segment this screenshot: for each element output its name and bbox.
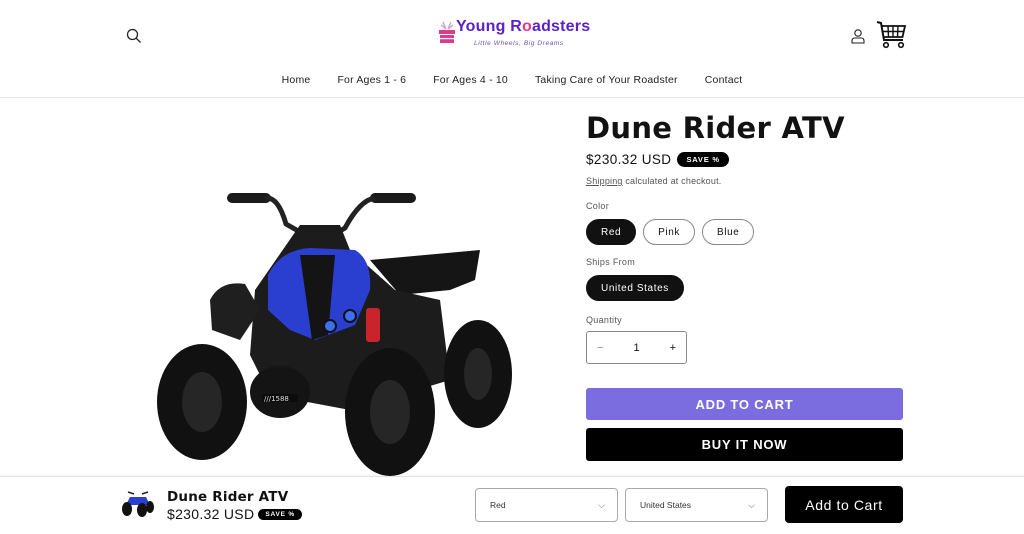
site-logo[interactable]: Young Roadsters Little Wheels, Big Dream… — [436, 16, 592, 52]
main-nav: Home For Ages 1 - 6 For Ages 4 - 10 Taki… — [0, 74, 1024, 86]
quantity-decrease-button[interactable]: − — [597, 342, 603, 354]
product-title: Dune Rider ATV — [586, 111, 845, 145]
brand-name-accent: o — [521, 18, 532, 35]
sale-badge: SAVE % — [677, 152, 729, 167]
nav-care[interactable]: Taking Care of Your Roadster — [521, 74, 691, 86]
brand-name-part: Young R — [456, 18, 522, 35]
color-option-red[interactable]: Red — [586, 219, 637, 245]
sticky-product-price: $230.32 USD — [167, 506, 255, 522]
svg-text:///1588: ///1588 — [264, 395, 289, 403]
account-button[interactable] — [846, 24, 870, 48]
color-option-blue[interactable]: Blue — [702, 219, 755, 245]
sticky-ships-from-value: United States — [640, 500, 692, 510]
sticky-ships-from-select[interactable]: United States ⌵ — [625, 488, 768, 522]
color-label: Color — [586, 201, 610, 211]
brand-name: Young Roadsters — [456, 18, 590, 36]
chevron-down-icon: ⌵ — [748, 499, 755, 510]
sticky-color-value: Red — [490, 500, 506, 510]
site-header: Young Roadsters Little Wheels, Big Dream… — [0, 0, 1024, 98]
buy-it-now-button[interactable]: BUY IT NOW — [586, 428, 903, 461]
search-button[interactable] — [122, 24, 146, 48]
sticky-sale-badge: SAVE % — [258, 508, 302, 520]
add-to-cart-button[interactable]: ADD TO CART — [586, 388, 903, 420]
logo-gift-icon — [439, 21, 455, 43]
price-row: $230.32 USD SAVE % — [586, 152, 904, 167]
chevron-down-icon: ⌵ — [598, 499, 605, 510]
sticky-product-thumbnail — [122, 491, 154, 517]
brand-name-part: adsters — [531, 18, 591, 35]
color-options: Red Pink Blue — [586, 219, 904, 245]
quantity-increase-button[interactable]: + — [670, 342, 676, 354]
ships-from-united-states[interactable]: United States — [586, 275, 684, 301]
quantity-input[interactable]: 1 — [633, 342, 639, 354]
shipping-text: calculated at checkout. — [622, 176, 722, 186]
brand-tagline: Little Wheels, Big Dreams — [474, 40, 564, 47]
quantity-label: Quantity — [586, 315, 622, 325]
shipping-note: Shipping calculated at checkout. — [586, 176, 904, 186]
sticky-add-to-cart-button[interactable]: Add to Cart — [785, 486, 903, 523]
cart-button[interactable] — [872, 16, 910, 54]
account-icon — [851, 29, 865, 44]
cart-icon — [876, 21, 907, 49]
sticky-product-title: Dune Rider ATV — [167, 489, 289, 505]
nav-ages-1-6[interactable]: For Ages 1 - 6 — [324, 74, 420, 86]
sticky-color-select[interactable]: Red ⌵ — [475, 488, 618, 522]
product-image[interactable]: ///1588 — [150, 180, 530, 476]
product-price: $230.32 USD — [586, 152, 672, 167]
sticky-price-row: $230.32 USD SAVE % — [167, 506, 302, 522]
shipping-link[interactable]: Shipping — [586, 176, 623, 186]
ships-from-options: United States — [586, 275, 904, 301]
quantity-stepper: − 1 + — [586, 331, 687, 364]
color-option-pink[interactable]: Pink — [643, 219, 696, 245]
nav-contact[interactable]: Contact — [691, 74, 756, 86]
ships-from-label: Ships From — [586, 257, 636, 267]
product-info: Dune Rider ATV $230.32 USD SAVE % Shippi… — [586, 108, 904, 364]
search-icon — [126, 28, 141, 43]
nav-home[interactable]: Home — [268, 74, 324, 86]
nav-ages-4-10[interactable]: For Ages 4 - 10 — [420, 74, 522, 86]
